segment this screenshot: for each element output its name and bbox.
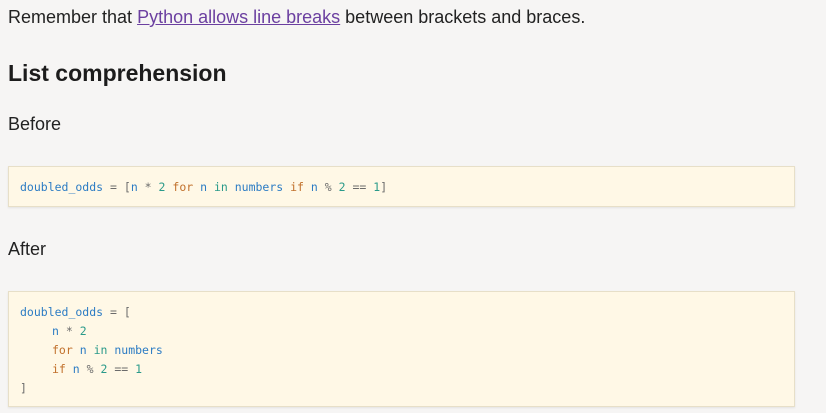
after-label: After (8, 239, 47, 259)
code-token: = (103, 180, 124, 194)
code-token: [ (123, 180, 131, 194)
code-line: ] (20, 380, 27, 396)
code-token: == (107, 362, 136, 376)
code-token: n (310, 180, 318, 194)
code-block-before: doubled_odds = [n * 2 for n in numbers i… (8, 166, 795, 207)
code-line: doubled_odds = [ (20, 304, 131, 320)
code-token: numbers (234, 180, 284, 194)
code-token: if (52, 362, 66, 376)
code-token: n (72, 343, 94, 357)
code-token: ] (380, 180, 388, 194)
code-token: % (86, 362, 101, 376)
code-token: = (103, 305, 124, 319)
code-token: n (52, 324, 59, 338)
before-label: Before (8, 114, 62, 134)
code-token: [ (123, 305, 131, 319)
code-token: 2 (79, 324, 87, 338)
code-line: if n % 2 == 1 (52, 361, 142, 377)
code-token: % (317, 180, 339, 194)
intro-paragraph: Remember that Python allows line breaks … (8, 5, 585, 29)
code-line: doubled_odds = [n * 2 for n in numbers i… (20, 179, 387, 195)
code-token: numbers (107, 343, 163, 357)
code-line: n * 2 (52, 323, 87, 339)
code-token: if (283, 180, 311, 194)
intro-text-end: between brackets and braces. (340, 7, 586, 27)
code-token: for (165, 180, 201, 194)
code-token: in (207, 180, 235, 194)
code-token: == (345, 180, 374, 194)
page: Remember that Python allows line breaks … (0, 0, 826, 413)
intro-text-start: Remember that (8, 7, 138, 27)
python-line-breaks-link[interactable]: Python allows line breaks (137, 7, 340, 27)
code-token: doubled_odds (20, 305, 104, 319)
code-token: ] (20, 381, 27, 395)
code-block-after: doubled_odds = [ n * 2 for n in numbers … (8, 291, 795, 407)
section-title: List comprehension (8, 60, 227, 86)
code-line: for n in numbers (52, 342, 163, 358)
code-token: doubled_odds (20, 180, 104, 194)
code-token: * (137, 180, 159, 194)
code-token: n (65, 362, 87, 376)
code-token: n (130, 180, 138, 194)
code-token: in (93, 343, 108, 357)
code-token: 2 (338, 180, 346, 194)
code-token: for (52, 343, 73, 357)
code-token: 1 (135, 362, 143, 376)
code-token: n (200, 180, 208, 194)
code-token: * (58, 324, 80, 338)
